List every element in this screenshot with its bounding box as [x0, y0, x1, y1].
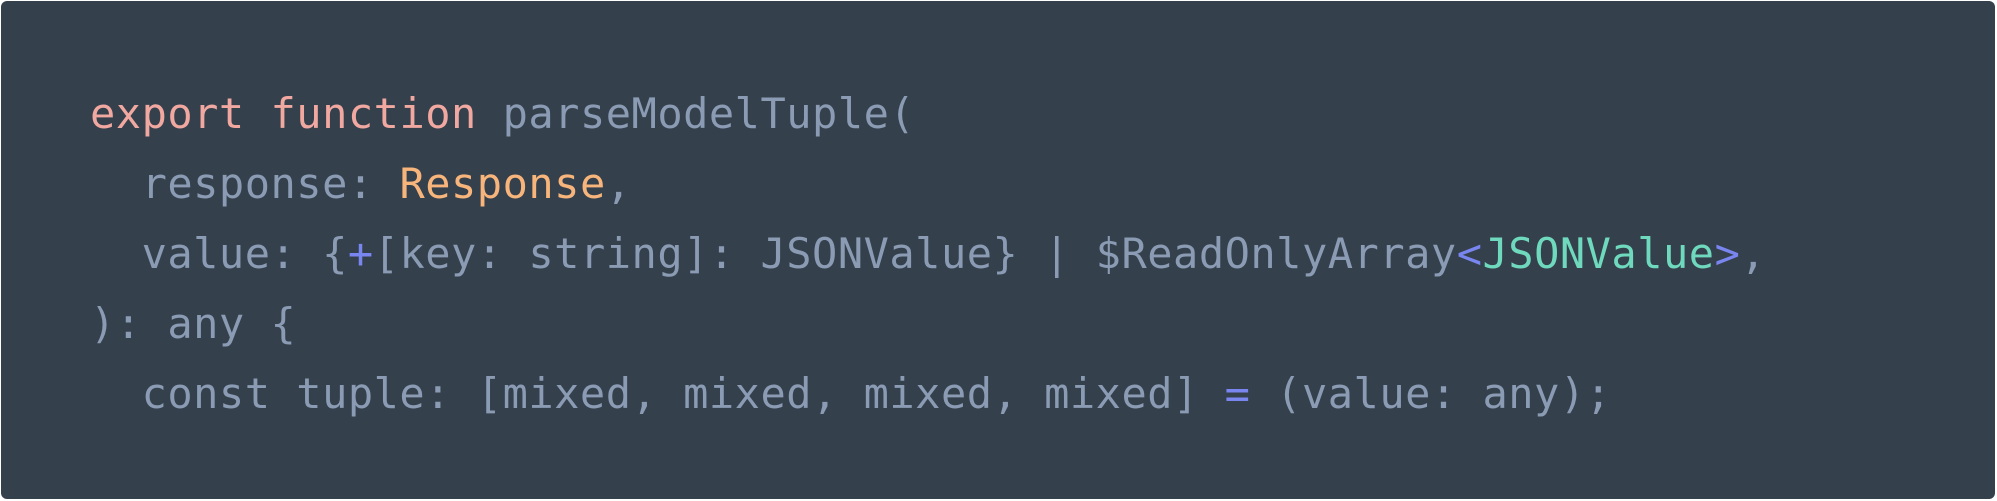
code-token: JSONValue [1482, 229, 1715, 278]
code-token: = [1224, 369, 1251, 418]
code-token: Response [399, 159, 606, 208]
code-token: function [270, 89, 477, 138]
code-token: export [90, 89, 245, 138]
code-token: + [347, 229, 374, 278]
code-token: const tuple: [mixed, mixed, mixed, mixed… [90, 369, 1225, 418]
code-token: response: [90, 159, 400, 208]
code-line-5: const tuple: [mixed, mixed, mixed, mixed… [90, 359, 1766, 429]
code-snippet-panel: export function parseModelTuple( respons… [1, 1, 1995, 499]
code-token: parseModelTuple( [476, 89, 916, 138]
code-line-2: response: Response, [90, 149, 1766, 219]
code-token: , [1740, 229, 1767, 278]
code-token: [key: string]: JSONValue} | $ReadOnlyArr… [373, 229, 1457, 278]
code-token: value: { [90, 229, 348, 278]
code-line-1: export function parseModelTuple( [90, 79, 1766, 149]
code-line-3: value: {+[key: string]: JSONValue} | $Re… [90, 219, 1766, 289]
code-token: (value: any); [1250, 369, 1612, 418]
code-line-4: ): any { [90, 289, 1766, 359]
code-token: > [1714, 229, 1741, 278]
code-block: export function parseModelTuple( respons… [90, 79, 1766, 429]
code-token: , [605, 159, 632, 208]
code-token: < [1456, 229, 1483, 278]
code-token: ): any { [90, 299, 297, 348]
